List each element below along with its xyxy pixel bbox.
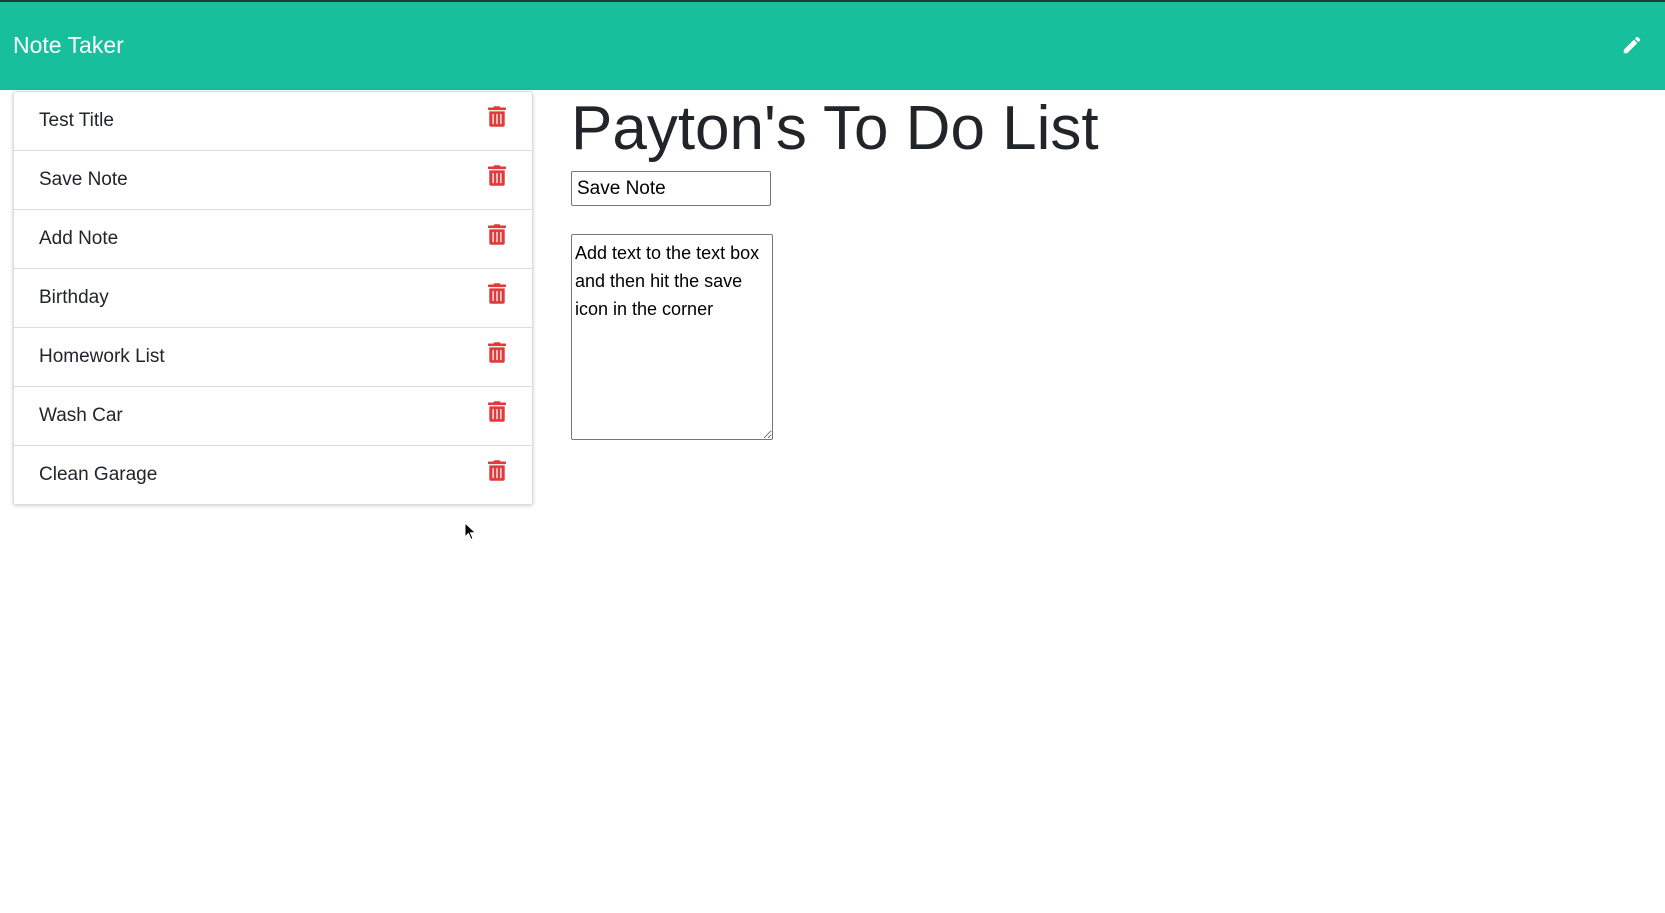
trash-icon[interactable] bbox=[488, 401, 508, 423]
list-item[interactable]: Clean Garage bbox=[14, 446, 532, 504]
list-item[interactable]: Add Note bbox=[14, 210, 532, 269]
note-title-input[interactable] bbox=[571, 171, 771, 206]
trash-icon[interactable] bbox=[488, 165, 508, 187]
trash-icon[interactable] bbox=[488, 460, 508, 482]
note-text-area[interactable]: Add text to the text box and then hit th… bbox=[571, 234, 773, 440]
note-title-label: Save Note bbox=[39, 169, 128, 190]
note-title-label: Test Title bbox=[39, 110, 114, 131]
note-title-label: Homework List bbox=[39, 346, 165, 367]
list-item[interactable]: Homework List bbox=[14, 328, 532, 387]
mouse-cursor-icon bbox=[464, 522, 477, 541]
list-item[interactable]: Wash Car bbox=[14, 387, 532, 446]
brand-link[interactable]: Note Taker bbox=[13, 32, 124, 58]
note-list: Test Title Save Note Add Note Birthday H… bbox=[13, 91, 533, 505]
trash-icon[interactable] bbox=[488, 224, 508, 246]
trash-icon[interactable] bbox=[488, 342, 508, 364]
list-item[interactable]: Birthday bbox=[14, 269, 532, 328]
note-title-label: Birthday bbox=[39, 287, 109, 308]
trash-icon[interactable] bbox=[488, 283, 508, 305]
trash-icon[interactable] bbox=[488, 106, 508, 128]
pencil-icon[interactable] bbox=[1621, 34, 1647, 60]
list-item[interactable]: Save Note bbox=[14, 151, 532, 210]
navbar: Note Taker bbox=[0, 0, 1665, 90]
note-title-label: Add Note bbox=[39, 228, 119, 249]
pencil-icon-graphic bbox=[1623, 36, 1641, 54]
note-title-label: Wash Car bbox=[39, 405, 123, 426]
list-item[interactable]: Test Title bbox=[14, 92, 532, 151]
note-title-label: Clean Garage bbox=[39, 464, 158, 485]
page-title: Payton's To Do List bbox=[571, 94, 1099, 163]
